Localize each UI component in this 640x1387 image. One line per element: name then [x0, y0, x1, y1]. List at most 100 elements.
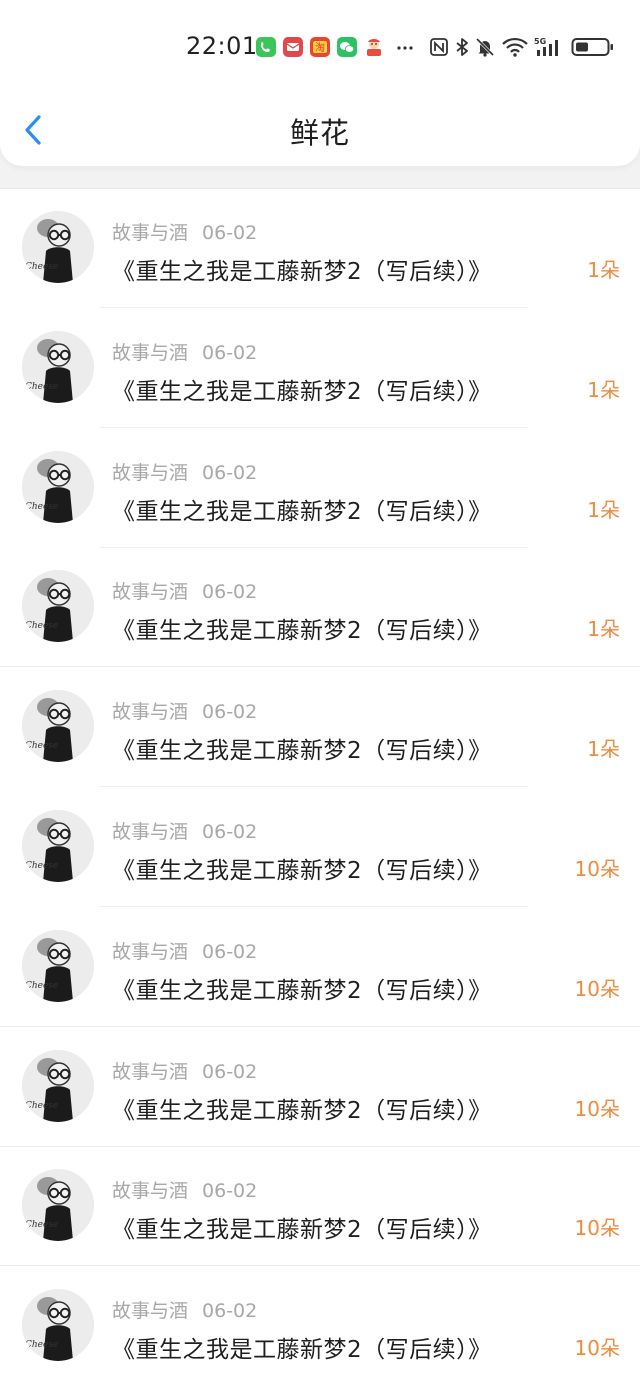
- item-meta: 故事与酒 06-02: [112, 1057, 257, 1084]
- item-date: 06-02: [202, 1300, 258, 1323]
- flower-count: 1朵: [587, 258, 620, 282]
- avatar[interactable]: Cheese: [22, 1169, 94, 1242]
- svg-text:Cheese: Cheese: [25, 382, 58, 392]
- book-title: 《重生之我是工藤新梦2（写后续）》: [112, 1097, 492, 1124]
- list-item[interactable]: Cheese 故事与酒 06-02 《重生之我是工藤新梦2（写后续）》 10朵: [0, 907, 640, 1027]
- nfc-icon: [428, 36, 450, 58]
- item-date: 06-02: [202, 1180, 258, 1203]
- avatar[interactable]: Cheese: [22, 211, 94, 283]
- list-item[interactable]: Cheese 故事与酒 06-02 《重生之我是工藤新梦2（写后续）》 1朵: [0, 547, 640, 668]
- svg-text:Cheese: Cheese: [25, 1340, 58, 1350]
- avatar[interactable]: Cheese: [22, 450, 94, 523]
- book-title: 《重生之我是工藤新梦2（写后续）》: [112, 618, 492, 645]
- flower-count: 10朵: [574, 976, 620, 1001]
- flower-count: 10朵: [574, 1096, 620, 1121]
- wechat-app-icon: [336, 36, 358, 58]
- svg-text:Cheese: Cheese: [25, 1101, 58, 1111]
- item-meta: 故事与酒 06-02: [112, 577, 257, 604]
- list-item[interactable]: Cheese 故事与酒 06-02 《重生之我是工藤新梦2（写后续）》 10朵: [0, 1146, 640, 1267]
- svg-text:Cheese: Cheese: [25, 262, 58, 272]
- list-item[interactable]: Cheese 故事与酒 06-02 《重生之我是工藤新梦2（写后续）》 10朵: [0, 1266, 640, 1386]
- flower-list: Cheese 故事与酒 06-02 《重生之我是工藤新梦2（写后续）》 1朵 Ch…: [0, 188, 640, 1387]
- mute-icon: [474, 36, 496, 58]
- item-date: 06-02: [202, 1060, 258, 1083]
- avatar[interactable]: Cheese: [22, 810, 94, 882]
- book-title: 《重生之我是工藤新梦2（写后续）》: [112, 858, 492, 884]
- item-meta: 故事与酒 06-02: [112, 1296, 257, 1323]
- flower-count: 10朵: [574, 857, 620, 881]
- game-app-icon: [363, 36, 385, 58]
- item-date: 06-02: [202, 940, 258, 963]
- phone-app-icon: [255, 36, 277, 58]
- username: 故事与酒: [112, 581, 189, 604]
- list-item[interactable]: Cheese 故事与酒 06-02 《重生之我是工藤新梦2（写后续）》 10朵: [0, 787, 640, 907]
- item-meta: 故事与酒 06-02: [112, 218, 257, 245]
- item-meta: 故事与酒 06-02: [112, 338, 257, 365]
- list-item[interactable]: Cheese 故事与酒 06-02 《重生之我是工藤新梦2（写后续）》 1朵: [0, 308, 640, 428]
- item-meta: 故事与酒 06-02: [112, 697, 257, 724]
- book-title: 《重生之我是工藤新梦2（写后续）》: [112, 1217, 492, 1244]
- username: 故事与酒: [112, 1180, 189, 1203]
- book-title: 《重生之我是工藤新梦2（写后续）》: [112, 1337, 492, 1364]
- flower-count: 1朵: [587, 617, 620, 642]
- page-title: 鲜花: [289, 116, 350, 150]
- title-bar: 鲜花: [0, 96, 640, 166]
- bluetooth-icon: [451, 36, 473, 58]
- taobao-app-icon: 淘: [309, 36, 331, 58]
- avatar[interactable]: Cheese: [22, 570, 94, 643]
- svg-text:Cheese: Cheese: [25, 621, 58, 631]
- battery-icon: [571, 36, 615, 58]
- book-title: 《重生之我是工藤新梦2（写后续）》: [112, 738, 492, 765]
- avatar[interactable]: Cheese: [22, 1049, 94, 1122]
- wifi-icon: [501, 36, 529, 58]
- mail-app-icon: [282, 36, 304, 58]
- username: 故事与酒: [112, 701, 189, 724]
- status-bar: 22:01 淘 5G: [0, 26, 640, 70]
- svg-text:Cheese: Cheese: [25, 861, 58, 871]
- flower-count: 1朵: [587, 737, 620, 762]
- book-title: 《重生之我是工藤新梦2（写后续）》: [112, 977, 492, 1004]
- signal-icon: 5G: [534, 36, 566, 58]
- item-meta: 故事与酒 06-02: [112, 817, 257, 844]
- list-item[interactable]: Cheese 故事与酒 06-02 《重生之我是工藤新梦2（写后续）》 1朵: [0, 428, 640, 548]
- item-meta: 故事与酒 06-02: [112, 458, 257, 485]
- svg-text:Cheese: Cheese: [25, 1220, 58, 1230]
- username: 故事与酒: [112, 1060, 189, 1083]
- flower-count: 10朵: [574, 1336, 620, 1361]
- username: 故事与酒: [112, 821, 189, 843]
- book-title: 《重生之我是工藤新梦2（写后续）》: [112, 378, 492, 405]
- item-meta: 故事与酒 06-02: [112, 1176, 257, 1203]
- flower-count: 1朵: [587, 377, 620, 402]
- username: 故事与酒: [112, 222, 189, 244]
- avatar[interactable]: Cheese: [22, 690, 94, 763]
- book-title: 《重生之我是工藤新梦2（写后续）》: [112, 259, 492, 285]
- network-type: 5G: [534, 37, 546, 46]
- avatar[interactable]: Cheese: [22, 1289, 94, 1362]
- list-item[interactable]: Cheese 故事与酒 06-02 《重生之我是工藤新梦2（写后续）》 1朵: [0, 667, 640, 788]
- svg-text:Cheese: Cheese: [25, 502, 58, 512]
- flower-count: 10朵: [574, 1216, 620, 1241]
- avatar[interactable]: Cheese: [22, 330, 94, 403]
- username: 故事与酒: [112, 1300, 189, 1323]
- item-date: 06-02: [202, 222, 258, 244]
- item-date: 06-02: [202, 341, 258, 364]
- list-item[interactable]: Cheese 故事与酒 06-02 《重生之我是工藤新梦2（写后续）》 10朵: [0, 1027, 640, 1147]
- item-date: 06-02: [202, 701, 258, 724]
- svg-text:Cheese: Cheese: [25, 741, 58, 751]
- list-item[interactable]: Cheese 故事与酒 06-02 《重生之我是工藤新梦2（写后续）》 1朵: [0, 188, 640, 308]
- item-meta: 故事与酒 06-02: [112, 937, 257, 964]
- svg-text:淘: 淘: [315, 41, 325, 54]
- svg-text:Cheese: Cheese: [25, 981, 58, 991]
- more-icon: [394, 36, 416, 58]
- flower-count: 1朵: [587, 497, 620, 522]
- book-title: 《重生之我是工藤新梦2（写后续）》: [112, 498, 492, 525]
- status-time: 22:01: [186, 32, 258, 60]
- item-date: 06-02: [202, 461, 258, 484]
- item-date: 06-02: [202, 821, 258, 843]
- item-date: 06-02: [202, 581, 258, 604]
- avatar[interactable]: Cheese: [22, 929, 94, 1002]
- username: 故事与酒: [112, 940, 189, 963]
- username: 故事与酒: [112, 341, 189, 364]
- app-header: 22:01 淘 5G 鲜花: [0, 0, 640, 166]
- username: 故事与酒: [112, 461, 189, 484]
